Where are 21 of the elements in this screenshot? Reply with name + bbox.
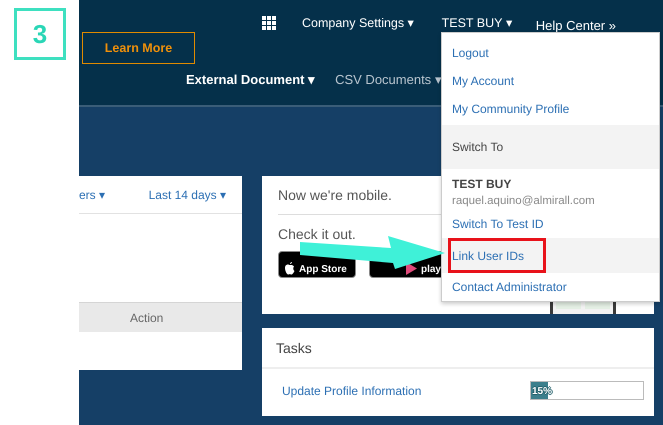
nav-menu[interactable]: External Document ▾ <box>186 70 316 90</box>
filter-dropdown[interactable]: Last 14 days ▾ <box>148 186 226 204</box>
column-header: Action <box>129 310 164 327</box>
user-email: raquel.aquino@almirall.com <box>452 194 596 209</box>
learn-more-button[interactable]: Learn More <box>82 32 195 64</box>
task-link[interactable]: Update Profile Information <box>282 382 422 400</box>
menu-item[interactable]: My Account <box>442 67 659 95</box>
nav-menu[interactable]: CSV Documents ▾ <box>335 70 442 90</box>
nav-menu[interactable]: Help Center » <box>536 16 616 36</box>
menu-item[interactable]: Logout <box>442 39 659 67</box>
menu-item[interactable]: Switch To Test ID <box>442 210 659 238</box>
nav-menu[interactable]: Company Settings ▾ <box>302 14 415 32</box>
user-name: TEST BUY <box>452 176 512 193</box>
step-number: 3 <box>14 8 66 60</box>
filter-dropdown[interactable]: ers ▾ <box>79 186 106 204</box>
menu-item[interactable]: Contact Administrator <box>442 273 659 302</box>
card-subtitle: Check it out. <box>278 225 356 244</box>
menu-item[interactable]: Switch To <box>442 125 659 169</box>
menu-item[interactable]: My Community Profile <box>442 95 659 123</box>
nav-menu[interactable]: TEST BUY ▾ <box>442 14 513 32</box>
card-title: Tasks <box>262 328 654 369</box>
